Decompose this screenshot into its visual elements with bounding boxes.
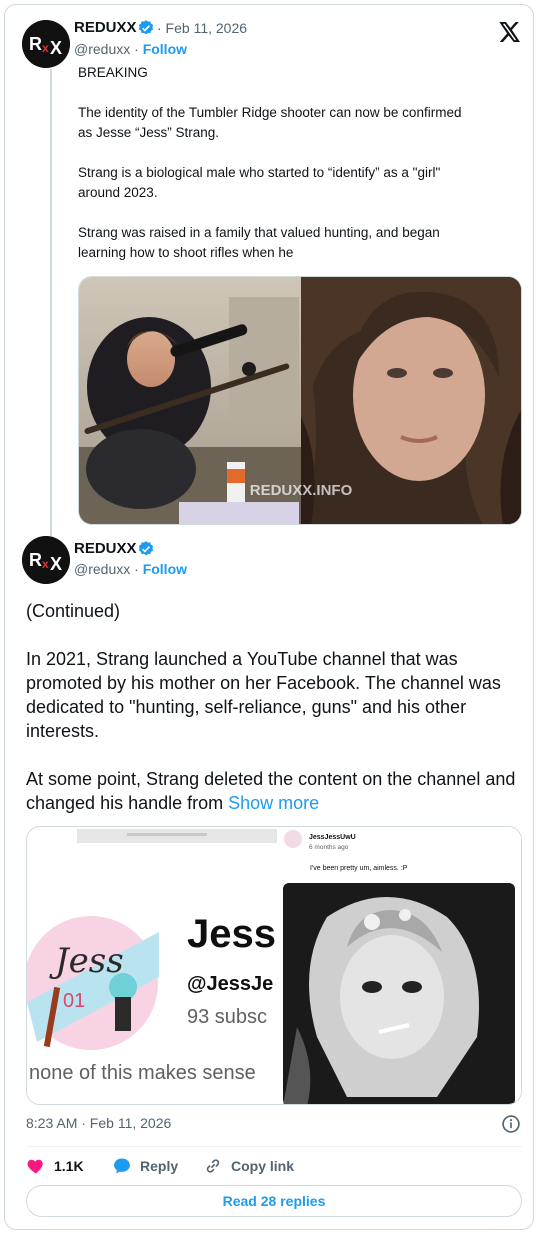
quoted-line-4: Strang is a biological male who started … [78, 165, 441, 180]
follow-button-main[interactable]: Follow [143, 561, 187, 577]
post-paragraph-1: (Continued) [26, 601, 121, 621]
author-name[interactable]: REDUXX [74, 19, 137, 36]
verified-badge-icon [138, 20, 154, 35]
post-photo[interactable]: Jess 01 Jess @JessJe 93 subsc none of th… [26, 826, 522, 1105]
svg-text:x: x [42, 41, 49, 55]
like-count: 1.1K [54, 1158, 84, 1174]
copy-link-button[interactable]: Copy link [203, 1155, 294, 1177]
quoted-line-5: around 2023. [78, 185, 158, 200]
thread-line [50, 69, 52, 539]
post-paragraph-3: At some point, Strang deleted the conten… [26, 767, 526, 815]
svg-text:X: X [50, 554, 62, 574]
svg-text:R: R [29, 550, 42, 570]
image-caption: none of this makes sense [29, 1062, 256, 1084]
quoted-line-1: BREAKING [78, 65, 148, 80]
svg-text:x: x [42, 557, 49, 571]
copy-link-label: Copy link [231, 1158, 295, 1174]
community-post-user: JessJessUwU [309, 834, 356, 841]
quoted-line-6: Strang was raised in a family that value… [78, 225, 440, 240]
author-handle-line-main: @reduxx · Follow [74, 561, 188, 577]
post-date[interactable]: · Feb 11, 2026 [157, 20, 247, 36]
quoted-line-7: learning how to shoot rifles when he [78, 245, 294, 260]
read-replies-button[interactable]: Read 28 replies [26, 1185, 522, 1217]
community-post-text: I've been pretty um, aimless. :P [310, 865, 408, 872]
channel-logo-number: 01 [63, 990, 85, 1012]
community-post-time: 6 months ago [309, 844, 349, 851]
show-more-link[interactable]: Show more [228, 793, 319, 813]
quoted-line-2: The identity of the Tumbler Ridge shoote… [78, 105, 462, 120]
reply-icon [114, 1158, 130, 1174]
reduxx-avatar[interactable]: R x X [22, 20, 70, 68]
reply-label: Reply [140, 1158, 179, 1174]
author-handle[interactable]: @reduxx [74, 561, 130, 577]
reduxx-avatar-main[interactable]: R x X [22, 536, 70, 584]
author-handle-line: @reduxx · Follow [74, 41, 188, 57]
follow-button[interactable]: Follow [143, 41, 187, 57]
info-icon[interactable] [501, 1114, 521, 1134]
post-paragraph-2: In 2021, Strang launched a YouTube chann… [26, 649, 501, 741]
quoted-photo[interactable]: REDUXX.INFO [78, 276, 522, 525]
read-replies-label: Read 28 replies [222, 1193, 326, 1209]
x-logo-icon[interactable] [499, 22, 521, 42]
author-name-main[interactable]: REDUXX [74, 540, 137, 557]
post-timestamp[interactable]: 8:23 AM · Feb 11, 2026 [26, 1115, 171, 1131]
channel-subscribers: 93 subsc [187, 1006, 267, 1028]
divider [26, 1146, 522, 1147]
post-card: R x X REDUXX · Feb 11, 2026 @reduxx · Fo… [4, 4, 534, 1230]
svg-text:R: R [29, 34, 42, 54]
channel-logo-text: Jess [49, 941, 124, 981]
quoted-line-3: as Jesse “Jess” Strang. [78, 125, 220, 140]
reply-button[interactable]: Reply [112, 1155, 178, 1177]
author-handle[interactable]: @reduxx [74, 41, 130, 57]
link-icon [206, 1159, 220, 1173]
heart-icon [27, 1159, 43, 1174]
watermark: REDUXX.INFO [250, 482, 353, 499]
svg-text:X: X [50, 38, 62, 58]
channel-handle: @JessJe [187, 973, 273, 995]
verified-badge-icon [138, 541, 154, 556]
channel-name: Jess [187, 912, 276, 956]
like-button[interactable]: 1.1K [26, 1155, 84, 1177]
